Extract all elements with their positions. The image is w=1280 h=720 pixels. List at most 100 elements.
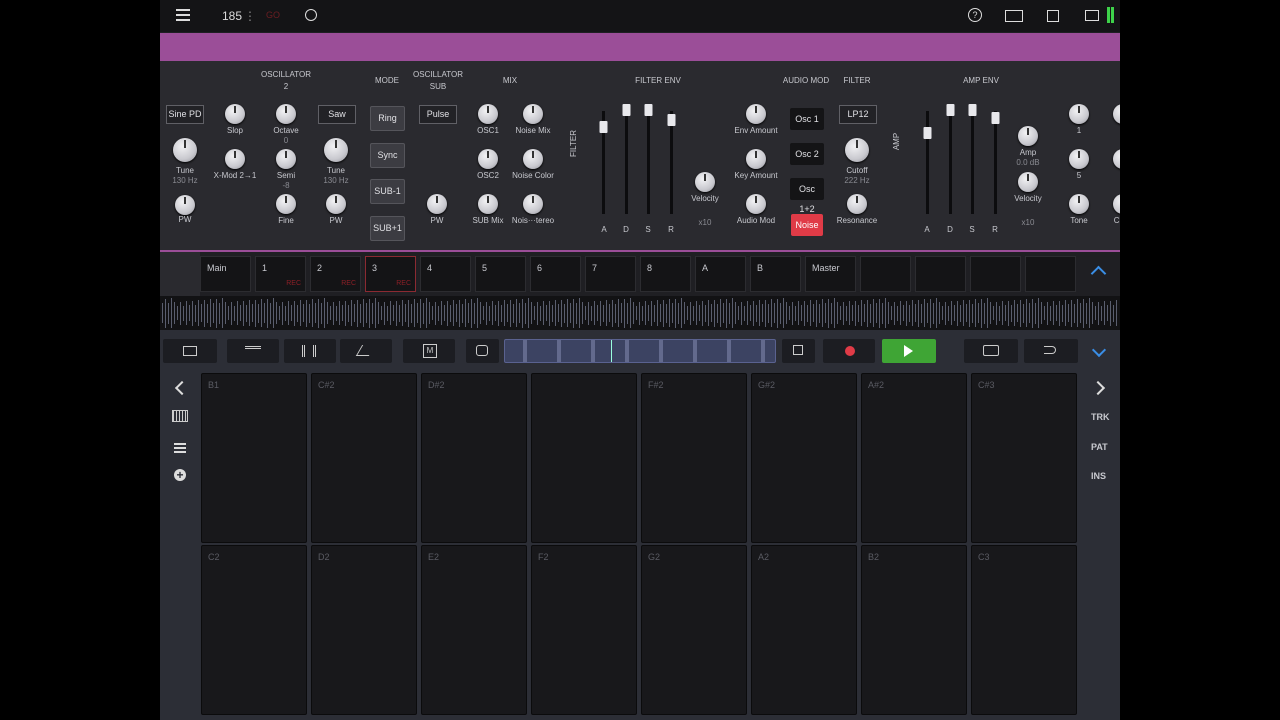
filter-env-decay-fader[interactable] xyxy=(622,104,631,214)
pw1-knob[interactable] xyxy=(175,195,195,215)
voice-5-knob[interactable] xyxy=(1069,149,1089,169)
amp-velocity-knob[interactable] xyxy=(1018,172,1038,192)
track-tab[interactable]: 1 REC xyxy=(255,256,306,292)
note-pad[interactable]: A2 xyxy=(751,545,857,715)
note-pad[interactable]: B2 xyxy=(861,545,967,715)
amp-env-attack-fader[interactable] xyxy=(923,111,932,214)
track-tab[interactable] xyxy=(970,256,1021,292)
track-tab[interactable]: 4 xyxy=(420,256,471,292)
note-pad[interactable]: C#3 xyxy=(971,373,1077,543)
osc2-mix-knob[interactable] xyxy=(478,149,498,169)
env-amount-knob[interactable] xyxy=(746,104,766,124)
track-tab[interactable]: 2 REC xyxy=(310,256,361,292)
undo-button[interactable] xyxy=(1024,339,1078,363)
fullscreen-icon[interactable] xyxy=(1085,10,1099,21)
list-view-button[interactable] xyxy=(163,339,217,363)
key-amount-knob[interactable] xyxy=(746,149,766,169)
amp-env-release-fader[interactable] xyxy=(991,111,1000,214)
layout-icon[interactable] xyxy=(1005,10,1023,22)
note-pad[interactable]: E2 xyxy=(421,545,527,715)
edit-button[interactable] xyxy=(782,339,815,363)
track-tab[interactable]: 7 xyxy=(585,256,636,292)
select-button[interactable] xyxy=(964,339,1018,363)
note-pad[interactable] xyxy=(531,373,637,543)
slop-knob[interactable] xyxy=(225,104,245,124)
note-pad[interactable]: F2 xyxy=(531,545,637,715)
noise-mix-knob[interactable] xyxy=(523,104,543,124)
note-pad[interactable]: G2 xyxy=(641,545,747,715)
pw2-knob[interactable] xyxy=(326,194,346,214)
window-icon[interactable] xyxy=(1047,10,1059,22)
filter-env-sustain-fader[interactable] xyxy=(644,104,653,214)
audio-mod-knob[interactable] xyxy=(746,194,766,214)
audio-mod-osc12-button[interactable]: Osc 1+2 xyxy=(790,178,824,214)
mode-sub-plus-button[interactable]: SUB+1 xyxy=(370,216,405,241)
filter-env-attack-fader[interactable] xyxy=(599,111,608,214)
tune2-knob[interactable] xyxy=(324,138,348,162)
note-pad[interactable]: D#2 xyxy=(421,373,527,543)
octave-knob[interactable] xyxy=(276,104,296,124)
osc2-wave-select[interactable]: Saw xyxy=(318,105,356,124)
note-pad[interactable]: C2 xyxy=(201,545,307,715)
note-pad[interactable]: B1 xyxy=(201,373,307,543)
audio-mod-osc2-button[interactable]: Osc 2 xyxy=(790,143,824,165)
noise-color-knob[interactable] xyxy=(523,149,543,169)
track-tab[interactable]: Main xyxy=(200,256,251,292)
play-button[interactable] xyxy=(882,339,936,363)
audio-mod-osc1-button[interactable]: Osc 1 xyxy=(790,108,824,130)
arrange-view-button[interactable] xyxy=(227,339,279,363)
noise-stereo-knob[interactable] xyxy=(523,194,543,214)
keyboard-icon[interactable] xyxy=(172,410,188,422)
fine-knob[interactable] xyxy=(276,194,296,214)
midi-button[interactable]: M xyxy=(403,339,455,363)
note-pad[interactable]: C#2 xyxy=(311,373,417,543)
trk-label[interactable]: TRK xyxy=(1091,412,1110,422)
mode-ring-button[interactable]: Ring xyxy=(370,106,405,131)
edge-knob-1[interactable] xyxy=(1113,104,1120,124)
note-pad[interactable]: D2 xyxy=(311,545,417,715)
record-button[interactable] xyxy=(823,339,875,363)
track-tab[interactable] xyxy=(860,256,911,292)
timeline-minimap[interactable] xyxy=(504,339,776,363)
expand-up-icon[interactable] xyxy=(1090,265,1107,282)
cutoff-knob[interactable] xyxy=(845,138,869,162)
tune1-knob[interactable] xyxy=(173,138,197,162)
pw3-knob[interactable] xyxy=(427,194,447,214)
automation-view-button[interactable] xyxy=(340,339,392,363)
loop-button[interactable] xyxy=(466,339,499,363)
track-tab[interactable]: 5 xyxy=(475,256,526,292)
mode-sub-minus-button[interactable]: SUB-1 xyxy=(370,179,405,204)
next-octave-icon[interactable] xyxy=(1090,380,1106,396)
track-tab[interactable]: 3 REC xyxy=(365,256,416,292)
amp-env-decay-fader[interactable] xyxy=(946,104,955,214)
pad-menu-icon[interactable] xyxy=(174,443,186,453)
note-pad[interactable]: G#2 xyxy=(751,373,857,543)
edge-knob-3[interactable] xyxy=(1113,194,1120,214)
xmod-knob[interactable] xyxy=(225,149,245,169)
track-tab[interactable] xyxy=(1025,256,1076,292)
prev-octave-icon[interactable] xyxy=(174,380,190,396)
track-tab[interactable]: Master xyxy=(805,256,856,292)
tone-knob[interactable] xyxy=(1069,194,1089,214)
amp-knob[interactable] xyxy=(1018,126,1038,146)
edge-knob-2[interactable] xyxy=(1113,149,1120,169)
voice-1-knob[interactable] xyxy=(1069,104,1089,124)
mixer-view-button[interactable] xyxy=(284,339,336,363)
track-tab[interactable]: A xyxy=(695,256,746,292)
metronome-icon[interactable] xyxy=(305,9,317,21)
audio-mod-noise-button[interactable]: Noise xyxy=(791,214,823,236)
osc1-mix-knob[interactable] xyxy=(478,104,498,124)
waveform-overview[interactable] xyxy=(160,296,1120,330)
amp-env-sustain-fader[interactable] xyxy=(968,104,977,214)
mode-sync-button[interactable]: Sync xyxy=(370,143,405,168)
filter-env-release-fader[interactable] xyxy=(667,111,676,214)
add-icon[interactable]: + xyxy=(174,469,186,481)
note-pad[interactable]: F#2 xyxy=(641,373,747,543)
track-tab[interactable]: 8 xyxy=(640,256,691,292)
osc1-wave-select[interactable]: Sine PD xyxy=(166,105,204,124)
bpm-display[interactable]: 185 xyxy=(222,9,242,23)
collapse-down-icon[interactable] xyxy=(1091,342,1107,358)
ins-label[interactable]: INS xyxy=(1091,471,1106,481)
semi-knob[interactable] xyxy=(276,149,296,169)
help-icon[interactable]: ? xyxy=(968,8,982,22)
